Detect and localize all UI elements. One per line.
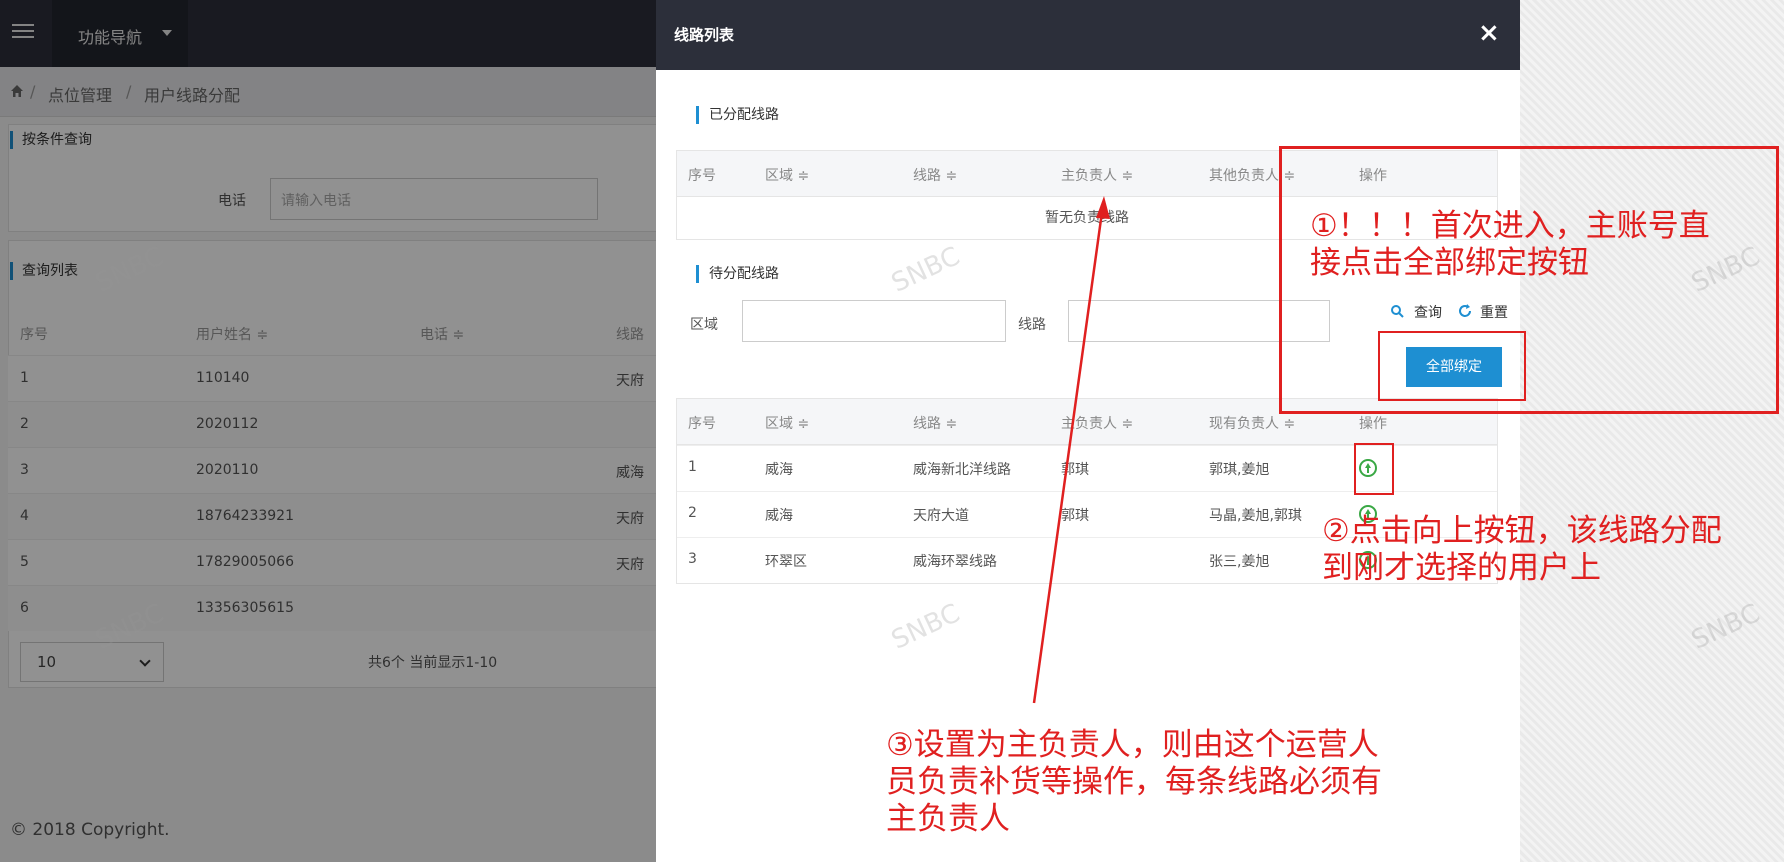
annotation-step-2-line-1: ②点击向上按钮，该线路分配 bbox=[1322, 513, 1722, 549]
modal-title: 线路列表 bbox=[674, 26, 735, 44]
highlight-move-up-button bbox=[1354, 443, 1394, 495]
annotation-step-1-line-1: ①！！！首次进入，主账号直 bbox=[1310, 208, 1710, 244]
column-header-line[interactable]: 线路 ≑ bbox=[913, 413, 957, 433]
column-header-area[interactable]: 区域 ≑ bbox=[765, 165, 809, 185]
column-header-area[interactable]: 区域 ≑ bbox=[765, 413, 809, 433]
modal-header bbox=[656, 0, 1520, 70]
annotation-step-3-line-1: ③设置为主负责人，则由这个运营人 bbox=[886, 727, 1379, 763]
annotation-step-3-line-2: 员负责补货等操作，每条线路必须有 bbox=[886, 764, 1382, 800]
annotation-step-3-line-3: 主负责人 bbox=[886, 801, 1010, 837]
column-header-actions: 操作 bbox=[1359, 416, 1387, 432]
assigned-section-title: 已分配线路 bbox=[696, 106, 779, 124]
area-input[interactable] bbox=[742, 300, 1006, 342]
column-header-line[interactable]: 线路 ≑ bbox=[913, 165, 957, 185]
column-header-index: 序号 bbox=[688, 168, 716, 184]
pending-section-title: 待分配线路 bbox=[696, 265, 779, 283]
modal-backdrop[interactable] bbox=[0, 0, 656, 862]
column-header-main-owner[interactable]: 主负责人 ≑ bbox=[1061, 413, 1133, 433]
column-header-main-owner[interactable]: 主负责人 ≑ bbox=[1061, 165, 1133, 185]
column-header-current-owners[interactable]: 现有负责人 ≑ bbox=[1209, 413, 1295, 433]
annotation-step-1-line-2: 接点击全部绑定按钮 bbox=[1310, 245, 1589, 281]
column-header-index: 序号 bbox=[688, 416, 716, 432]
highlight-bind-all-button bbox=[1378, 331, 1526, 401]
close-icon[interactable]: × bbox=[1478, 20, 1500, 46]
area-label: 区域 bbox=[690, 317, 718, 333]
annotation-step-2-line-2: 到刚才选择的用户上 bbox=[1322, 550, 1601, 586]
line-label: 线路 bbox=[1018, 317, 1046, 333]
page-margin-texture bbox=[1520, 0, 1784, 862]
